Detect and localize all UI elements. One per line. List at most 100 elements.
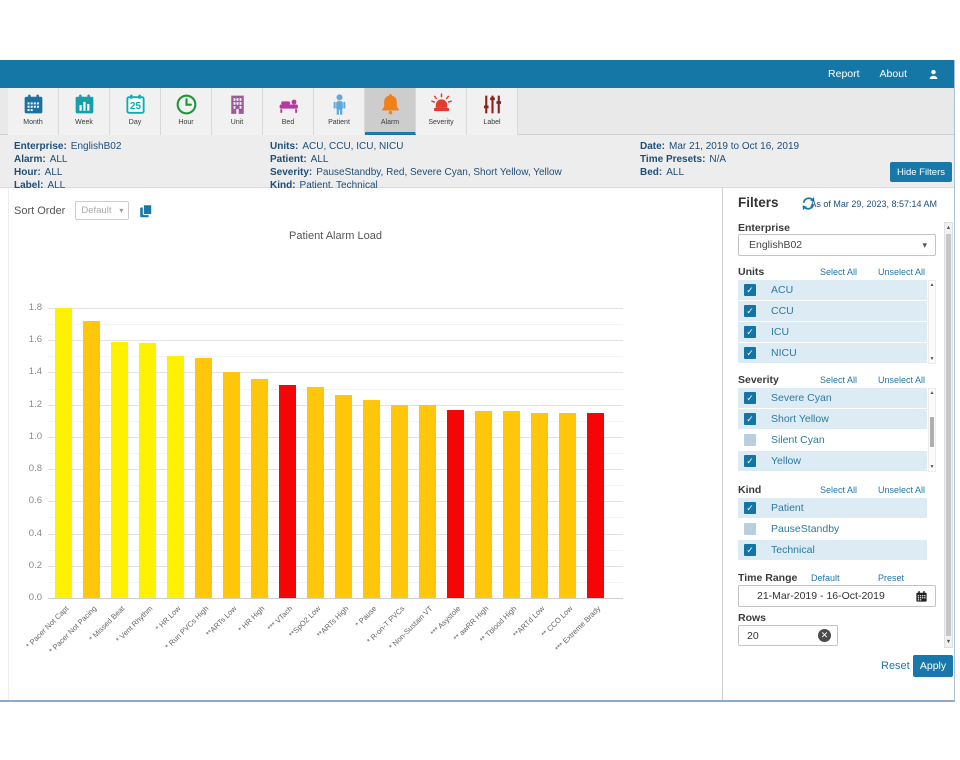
page: Report About Month Week 25: [0, 0, 960, 760]
toolbar-day-button[interactable]: 25 Day: [110, 88, 161, 135]
bar-awrr-high[interactable]: [475, 411, 492, 598]
toolbar-button-label: Label: [483, 119, 500, 126]
bar-vent-rhythm[interactable]: [139, 343, 156, 598]
severity-list-scrollbar[interactable]: ▲ ▼: [928, 388, 936, 472]
bar-pause[interactable]: [363, 400, 380, 598]
checked-checkbox[interactable]: ✓: [744, 284, 756, 296]
enterprise-select[interactable]: EnglishB02 ▾: [738, 234, 936, 256]
nav-about-link[interactable]: About: [880, 68, 907, 80]
scroll-up-arrow-icon[interactable]: ▲: [929, 390, 935, 396]
bar-extreme-brady[interactable]: [587, 413, 604, 598]
toolbar-unit-button[interactable]: Unit: [212, 88, 263, 135]
summary-item-hour: Hour:ALL: [14, 166, 121, 179]
kind-unselect-all-link[interactable]: Unselect All: [878, 485, 925, 495]
bar-artd-low[interactable]: [531, 413, 548, 598]
bar-pacer-not-pacing[interactable]: [83, 321, 100, 598]
checked-checkbox[interactable]: ✓: [744, 347, 756, 359]
filter-option-icu[interactable]: ✓ICU: [738, 322, 927, 342]
toolbar-month-button[interactable]: Month: [8, 88, 59, 135]
toolbar-label-button[interactable]: Label: [467, 88, 518, 135]
bar-hr-low[interactable]: [167, 356, 184, 598]
checked-checkbox[interactable]: ✓: [744, 544, 756, 556]
unchecked-checkbox[interactable]: [744, 523, 756, 535]
units-select-all-link[interactable]: Select All: [820, 267, 857, 277]
severity-list: ✓Severe Cyan✓Short YellowSilent Cyan✓Yel…: [738, 388, 936, 472]
reset-link[interactable]: Reset: [881, 660, 910, 672]
checked-checkbox[interactable]: ✓: [744, 392, 756, 404]
scrollbar-thumb[interactable]: [946, 234, 951, 636]
sort-order-select[interactable]: Default ▾: [75, 201, 129, 220]
scrollbar-thumb[interactable]: [930, 417, 934, 447]
hide-filters-button[interactable]: Hide Filters: [890, 162, 952, 182]
nav-report-link[interactable]: Report: [828, 68, 860, 80]
severity-select-all-link[interactable]: Select All: [820, 375, 857, 385]
checked-checkbox[interactable]: ✓: [744, 326, 756, 338]
toolbar-bed-button[interactable]: Bed: [263, 88, 314, 135]
clear-icon[interactable]: ✕: [818, 629, 831, 642]
toolbar-week-button[interactable]: Week: [59, 88, 110, 135]
filter-option-short-yellow[interactable]: ✓Short Yellow: [738, 409, 927, 429]
toolbar-severity-button[interactable]: Severity: [416, 88, 467, 135]
apply-button[interactable]: Apply: [913, 655, 953, 677]
checked-checkbox[interactable]: ✓: [744, 455, 756, 467]
time-range-default-link[interactable]: Default: [811, 573, 840, 583]
toolbar-patient-button[interactable]: Patient: [314, 88, 365, 135]
filter-option-patient[interactable]: ✓Patient: [738, 498, 927, 518]
bar-asystole[interactable]: [447, 410, 464, 599]
bar-spo2-low[interactable]: [307, 387, 324, 598]
bar-arts-low[interactable]: [223, 372, 240, 598]
filter-option-ccu[interactable]: ✓CCU: [738, 301, 927, 321]
bar-arts-high[interactable]: [335, 395, 352, 598]
bar-pacer-not-capt[interactable]: [55, 308, 72, 598]
filter-option-pausestandby[interactable]: PauseStandby: [738, 519, 927, 539]
bar-missed-beat[interactable]: [111, 342, 128, 598]
bar-hr-high[interactable]: [251, 379, 268, 598]
units-unselect-all-link[interactable]: Unselect All: [878, 267, 925, 277]
filter-option-silent-cyan[interactable]: Silent Cyan: [738, 430, 927, 450]
bar-non-sustain-vt[interactable]: [419, 405, 436, 598]
toolbar-hour-button[interactable]: Hour: [161, 88, 212, 135]
unchecked-checkbox[interactable]: [744, 434, 756, 446]
units-list-scrollbar[interactable]: ▲ ▼: [928, 280, 936, 364]
y-axis-tick-label: 0.0: [6, 592, 42, 603]
summary-item-value: ALL: [311, 154, 329, 165]
kind-select-all-link[interactable]: Select All: [820, 485, 857, 495]
scroll-down-arrow-icon[interactable]: ▼: [945, 639, 952, 645]
checked-checkbox[interactable]: ✓: [744, 413, 756, 425]
filter-option-technical[interactable]: ✓Technical: [738, 540, 927, 560]
filter-option-yellow[interactable]: ✓Yellow: [738, 451, 927, 471]
app-window: Report About Month Week 25: [0, 60, 955, 702]
scroll-up-arrow-icon[interactable]: ▲: [945, 225, 952, 231]
filter-option-severe-cyan[interactable]: ✓Severe Cyan: [738, 388, 927, 408]
bar-cco-low[interactable]: [559, 413, 576, 598]
bar-tblood-high[interactable]: [503, 411, 520, 598]
time-range-preset-link[interactable]: Preset: [878, 573, 904, 583]
scroll-down-arrow-icon[interactable]: ▼: [929, 464, 935, 470]
severity-unselect-all-link[interactable]: Unselect All: [878, 375, 925, 385]
checked-checkbox[interactable]: ✓: [744, 502, 756, 514]
bar-run-pvcs-high[interactable]: [195, 358, 212, 598]
rows-input[interactable]: [747, 626, 812, 645]
kind-list: ✓PatientPauseStandby✓Technical: [738, 498, 936, 561]
bar-chart-plot: 0.00.20.40.60.81.01.21.41.61.8* Pacer No…: [48, 308, 623, 598]
copy-icon[interactable]: [138, 203, 154, 219]
calendar-icon[interactable]: [915, 590, 928, 603]
toolbar-button-label: Severity: [428, 119, 453, 126]
bar-vtach[interactable]: [279, 385, 296, 598]
user-icon[interactable]: [927, 68, 940, 81]
filter-option-acu[interactable]: ✓ACU: [738, 280, 927, 300]
scroll-up-arrow-icon[interactable]: ▲: [929, 282, 935, 288]
chevron-down-icon: ▾: [922, 240, 927, 251]
toolbar-alarm-button-selected[interactable]: Alarm: [365, 88, 416, 135]
chevron-down-icon: ▾: [119, 206, 123, 215]
scroll-down-arrow-icon[interactable]: ▼: [929, 356, 935, 362]
summary-item-value: ALL: [50, 154, 68, 165]
y-axis-tick-label: 0.6: [6, 495, 42, 506]
summary-item-label: Units:: [270, 141, 298, 152]
bar-r-on-t-pvcs[interactable]: [391, 405, 408, 598]
checked-checkbox[interactable]: ✓: [744, 305, 756, 317]
summary-column-1: Enterprise:EnglishB02Alarm:ALLHour:ALLLa…: [14, 140, 121, 192]
filters-panel-scrollbar[interactable]: ▲ ▼: [944, 222, 953, 648]
filter-option-nicu[interactable]: ✓NICU: [738, 343, 927, 363]
time-range-input[interactable]: [757, 586, 917, 606]
